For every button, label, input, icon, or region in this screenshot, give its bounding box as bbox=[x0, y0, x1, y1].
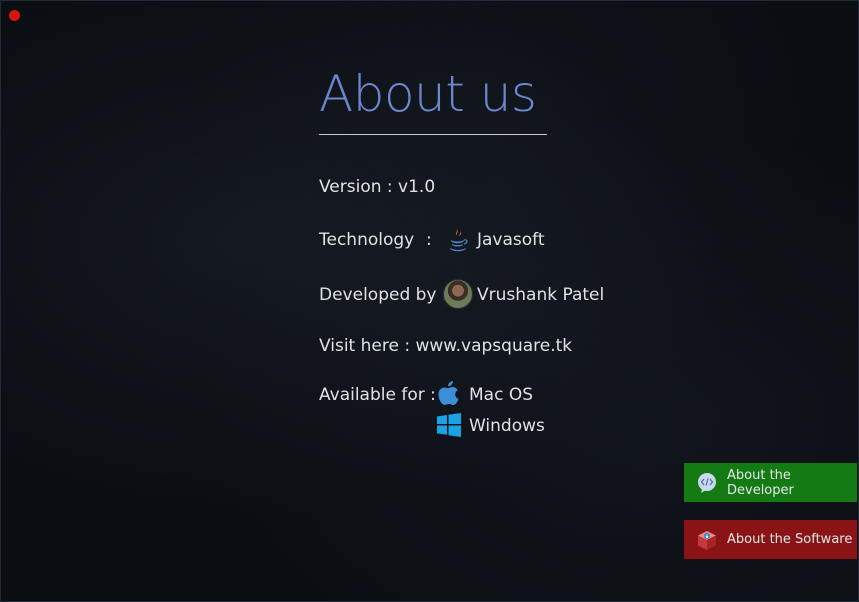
package-icon bbox=[696, 529, 718, 551]
about-developer-button[interactable]: About the Developer bbox=[684, 463, 857, 502]
available-row: Available for : Mac OS bbox=[319, 381, 533, 405]
developer-avatar bbox=[443, 279, 473, 309]
close-button[interactable] bbox=[9, 10, 20, 21]
developer-name: Vrushank Patel bbox=[477, 285, 605, 305]
code-bubble-icon bbox=[696, 472, 718, 494]
technology-value: Javasoft bbox=[477, 230, 545, 250]
apple-icon bbox=[437, 380, 461, 406]
technology-separator: : bbox=[426, 230, 432, 250]
version-text: Version : v1.0 bbox=[319, 177, 436, 197]
title-underline bbox=[319, 134, 547, 135]
developer-label: Developed by : bbox=[319, 285, 448, 305]
visit-link[interactable]: Visit here : www.vapsquare.tk bbox=[319, 336, 572, 356]
developer-row: Developed by : Vrushank Patel bbox=[319, 279, 604, 309]
platform-windows: Windows bbox=[469, 416, 545, 436]
windows-icon bbox=[437, 413, 461, 437]
visit-row: Visit here : www.vapsquare.tk bbox=[319, 336, 572, 356]
technology-row: Technology : Javasoft bbox=[319, 228, 545, 252]
page-title: About us bbox=[319, 65, 537, 123]
available-label: Available for : bbox=[319, 385, 436, 405]
about-developer-label: About the Developer bbox=[727, 467, 794, 498]
about-window: About us Version : v1.0 Technology : Jav… bbox=[0, 0, 859, 602]
java-icon bbox=[447, 226, 469, 252]
technology-label: Technology bbox=[319, 230, 415, 250]
about-software-label: About the Software bbox=[727, 532, 853, 547]
about-software-button[interactable]: About the Software bbox=[684, 520, 857, 559]
platform-macos: Mac OS bbox=[469, 385, 534, 405]
version-row: Version : v1.0 bbox=[319, 177, 435, 197]
